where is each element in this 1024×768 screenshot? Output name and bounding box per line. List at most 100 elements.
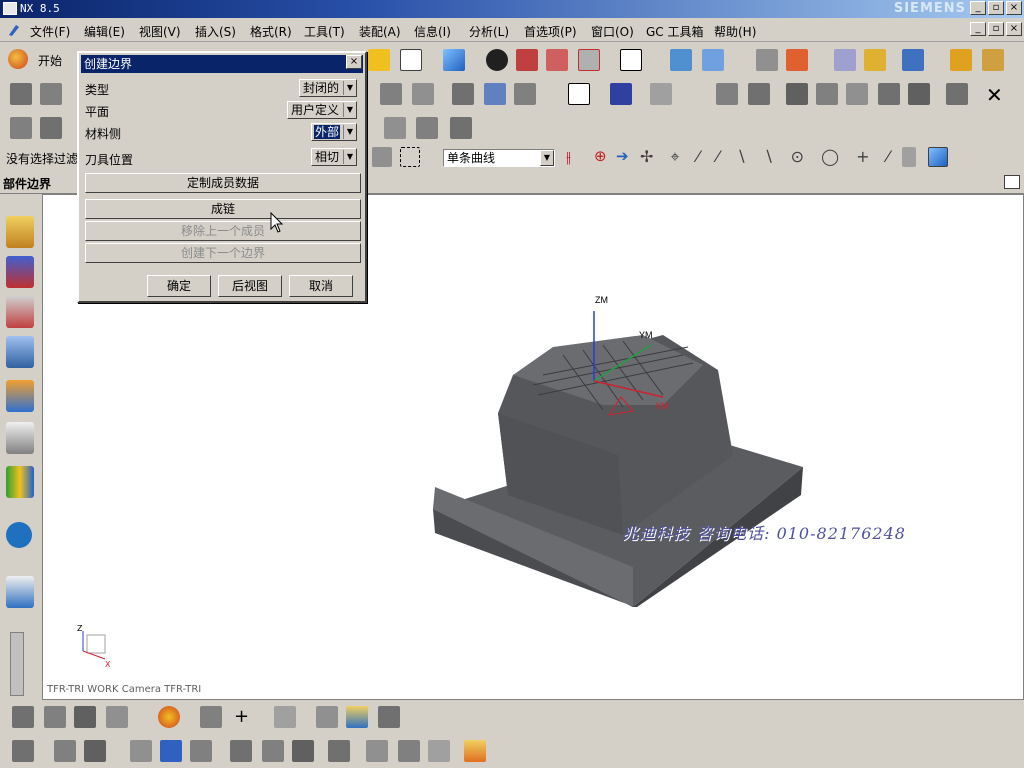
delete-icon[interactable]: ✕ — [986, 83, 1003, 107]
bt2-icon-1[interactable] — [12, 740, 34, 762]
bt2-icon-13[interactable] — [428, 740, 450, 762]
op-icon-1[interactable] — [380, 83, 402, 105]
sheet-icon[interactable] — [400, 49, 422, 71]
menu-preferences[interactable]: 首选项(P) — [524, 23, 577, 40]
wcs-icon[interactable] — [786, 49, 808, 71]
box-select-icon[interactable] — [400, 147, 420, 167]
render-icon[interactable] — [486, 49, 508, 71]
reuse-library-icon[interactable] — [6, 380, 34, 412]
material-side-select[interactable]: 外部 ▼ — [311, 123, 357, 141]
bt2-icon-5[interactable] — [160, 740, 182, 762]
bt2-icon-3[interactable] — [84, 740, 106, 762]
history-icon[interactable] — [6, 466, 34, 498]
sheet3-icon[interactable] — [450, 117, 472, 139]
menu-format[interactable]: 格式(R) — [250, 23, 292, 40]
type-select[interactable]: 封闭的 ▼ — [299, 79, 357, 97]
ruler-icon[interactable] — [950, 49, 972, 71]
measure-icon[interactable] — [902, 49, 924, 71]
op-icon-2[interactable] — [412, 83, 434, 105]
bt1-icon-9[interactable] — [346, 706, 368, 728]
menu-edit-pin-icon[interactable] — [6, 21, 22, 40]
bt2-icon-4[interactable] — [130, 740, 152, 762]
info-icon[interactable] — [6, 522, 32, 548]
bt1-icon-8[interactable] — [316, 706, 338, 728]
snap-point-icon[interactable]: ⫲ — [566, 148, 571, 166]
part-nav-icon[interactable] — [6, 296, 34, 328]
arrow-icon[interactable]: ➔ — [616, 147, 629, 165]
layer-icon[interactable] — [756, 49, 778, 71]
menu-window[interactable]: 窗口(O) — [591, 23, 634, 40]
bt2-icon-9[interactable] — [292, 740, 314, 762]
remove-last-member-button[interactable]: 移除上一个成员 — [85, 221, 361, 241]
tool-icon[interactable] — [834, 49, 856, 71]
machine-icon-2[interactable] — [748, 83, 770, 105]
op-icon-3[interactable] — [452, 83, 474, 105]
bt1-icon-3[interactable] — [74, 706, 96, 728]
start-button[interactable]: 开始 — [38, 52, 62, 69]
bt2-icon-14[interactable] — [464, 740, 486, 762]
maximize-view-icon[interactable] — [1004, 175, 1020, 189]
assembly-nav-icon[interactable] — [6, 216, 34, 248]
snap-icon[interactable] — [368, 49, 390, 71]
snap-icon-2[interactable]: ⊕ — [594, 147, 607, 165]
bt1-icon-10[interactable] — [378, 706, 400, 728]
machine-icon-3[interactable] — [786, 83, 808, 105]
tool-position-select[interactable]: 相切 ▼ — [311, 148, 357, 166]
angle-icon[interactable] — [982, 49, 1004, 71]
bt2-icon-11[interactable] — [366, 740, 388, 762]
machine-icon-1[interactable] — [716, 83, 738, 105]
machine-icon-7[interactable] — [908, 83, 930, 105]
machine-icon-8[interactable] — [946, 83, 968, 105]
maximize-button[interactable]: ▫ — [988, 1, 1004, 15]
machine-icon-6[interactable] — [878, 83, 900, 105]
nav-icon-1[interactable] — [10, 117, 32, 139]
sheet2-icon[interactable] — [416, 117, 438, 139]
snap-options-icons[interactable]: ✢ ⌖ ⁄ ⁄ ∖ ∖ ⊙ ◯ + ⁄ ◗ — [640, 147, 921, 167]
machine-icon-5[interactable] — [846, 83, 868, 105]
cube-red-icon[interactable] — [516, 49, 538, 71]
machine-icon-4[interactable] — [816, 83, 838, 105]
orient2-icon[interactable] — [702, 49, 724, 71]
bt2-icon-2[interactable] — [54, 740, 76, 762]
filter-icon[interactable] — [902, 147, 916, 167]
menu-info[interactable]: 信息(I) — [414, 23, 451, 40]
constraint-nav-icon[interactable] — [6, 256, 34, 288]
start-icon[interactable] — [8, 49, 28, 69]
menu-help[interactable]: 帮助(H) — [714, 23, 756, 40]
menu-file[interactable]: 文件(F) — [30, 23, 70, 40]
chain-button[interactable]: 成链 — [85, 199, 361, 219]
nav-icon-2[interactable] — [40, 117, 62, 139]
close-window-button[interactable]: × — [1006, 1, 1022, 15]
back-button[interactable]: 后视图 — [218, 275, 282, 297]
operation-nav-icon[interactable] — [6, 336, 34, 368]
menu-analysis[interactable]: 分析(L) — [469, 23, 509, 40]
doc-close-button[interactable]: × — [1006, 22, 1022, 36]
orient-icon[interactable] — [670, 49, 692, 71]
menu-gc-toolbox[interactable]: GC 工具箱 — [646, 23, 704, 40]
create-next-boundary-button[interactable]: 创建下一个边界 — [85, 243, 361, 263]
web-browser-icon[interactable] — [6, 422, 34, 454]
bt2-icon-10[interactable] — [328, 740, 350, 762]
path-icon-2[interactable] — [610, 83, 632, 105]
flag-icon[interactable] — [384, 117, 406, 139]
bt1-icon-6[interactable] — [200, 706, 222, 728]
custom-member-data-button[interactable]: 定制成员数据 — [85, 173, 361, 193]
selection-filter[interactable]: 没有选择过滤 — [6, 150, 78, 167]
op-icon-4[interactable] — [484, 83, 506, 105]
bt1-icon-7[interactable] — [274, 706, 296, 728]
path-icon-1[interactable] — [568, 83, 590, 105]
path-icon-3[interactable] — [650, 83, 672, 105]
menu-edit[interactable]: 编辑(E) — [84, 23, 125, 40]
roles-icon[interactable] — [6, 576, 34, 608]
doc-restore-button[interactable]: ▫ — [988, 22, 1004, 36]
feature-icon-1[interactable] — [10, 83, 32, 105]
probe-icon[interactable] — [864, 49, 886, 71]
curve-rule-combo[interactable]: 单条曲线 ▼ — [443, 149, 555, 167]
bt2-icon-8[interactable] — [262, 740, 284, 762]
menu-tools[interactable]: 工具(T) — [304, 23, 345, 40]
select-icon-1[interactable] — [372, 147, 392, 167]
minimize-button[interactable]: _ — [970, 1, 986, 15]
shaded-icon[interactable] — [443, 49, 465, 71]
add-icon[interactable]: + — [234, 706, 249, 727]
view-cube-icon[interactable] — [928, 147, 948, 167]
